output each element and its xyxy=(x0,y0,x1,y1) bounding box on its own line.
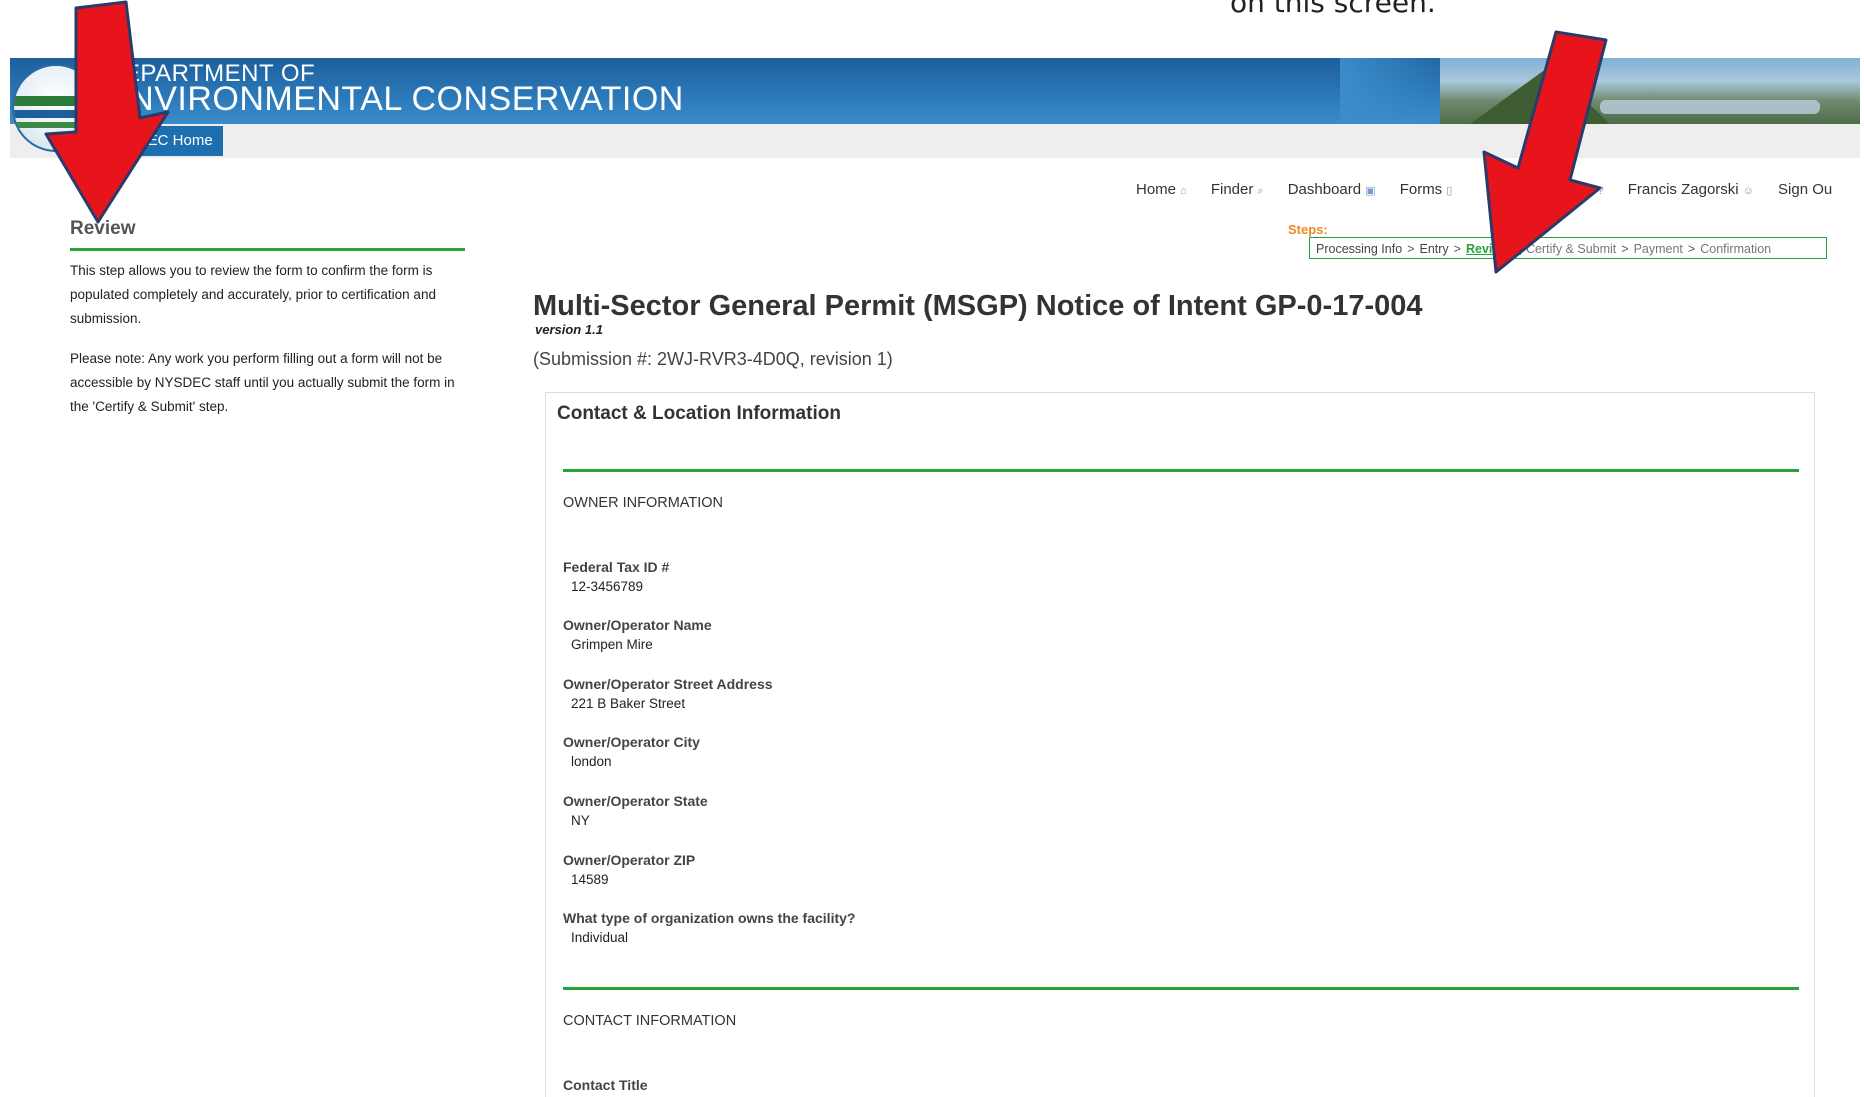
step-confirmation: Confirmation xyxy=(1700,242,1772,256)
step-help-description: This step allows you to review the form … xyxy=(70,263,436,326)
help-icon: ? xyxy=(1597,185,1604,197)
submission-number: (Submission #: 2WJ-RVR3-4D0Q, revision 1… xyxy=(533,349,893,369)
nav-forms[interactable]: Forms ▯ xyxy=(1400,181,1453,198)
field-value: 221 B Baker Street xyxy=(571,696,686,711)
field-label: Owner/Operator Street Address xyxy=(563,676,773,692)
dashboard-icon: ▣ xyxy=(1365,185,1376,197)
step-help-title: Review xyxy=(70,218,136,239)
nav-user-profile[interactable]: Francis Zagorski ☺ xyxy=(1628,181,1754,198)
field-owner-city: Owner/Operator City london xyxy=(563,734,700,769)
annotation-caption: on this screen. xyxy=(1230,0,1436,19)
step-help-divider xyxy=(70,248,465,251)
step-separator-current: ≥ xyxy=(1514,242,1521,256)
user-icon: ☺ xyxy=(1742,185,1754,197)
search-icon: ⌕ xyxy=(1257,185,1264,197)
field-value: NY xyxy=(571,813,590,828)
nav-finder[interactable]: Finder ⌕ xyxy=(1211,181,1264,198)
contact-information-heading: CONTACT INFORMATION xyxy=(563,1013,737,1029)
step-separator: > xyxy=(1407,242,1415,256)
field-value: Grimpen Mire xyxy=(571,637,653,652)
contact-location-panel: Contact & Location Information OWNER INF… xyxy=(545,392,1815,1097)
nav-dashboard[interactable]: Dashboard ▣ xyxy=(1288,181,1376,198)
nysdec-home-button[interactable]: NYSDEC Home xyxy=(96,126,223,156)
field-label: What type of organization owns the facil… xyxy=(563,910,856,926)
steps-breadcrumb: Processing Info > Entry > Review ≥ Certify & S… xyxy=(1309,237,1827,259)
field-value: 12-3456789 xyxy=(571,579,644,594)
field-owner-zip: Owner/Operator ZIP 14589 xyxy=(563,852,695,887)
page: on this screen. DEPARTMENT OF ENVIRONMEN… xyxy=(0,0,1864,1097)
step-separator: > xyxy=(1687,242,1696,256)
step-payment: Payment xyxy=(1633,242,1683,256)
field-federal-tax-id: Federal Tax ID # 12-3456789 xyxy=(563,559,669,594)
steps-label: Steps: xyxy=(1288,222,1328,237)
header-subbar xyxy=(10,124,1860,158)
step-certify-submit: Certify & Submit xyxy=(1525,242,1617,256)
field-label: Owner/Operator City xyxy=(563,734,700,750)
owner-information-heading: OWNER INFORMATION xyxy=(563,495,724,511)
field-owner-state: Owner/Operator State NY xyxy=(563,793,708,828)
section-divider xyxy=(563,987,1799,990)
field-organization-type: What type of organization owns the facil… xyxy=(563,910,855,945)
step-separator: > xyxy=(1621,242,1629,256)
nav-help[interactable]: Help? xyxy=(1563,181,1604,198)
field-value: 14589 xyxy=(571,872,609,887)
step-help-note: Please note: Any work you perform fillin… xyxy=(70,351,455,414)
field-value: Individual xyxy=(571,930,629,945)
form-version: version 1.1 xyxy=(535,322,603,337)
field-owner-name: Owner/Operator Name Grimpen Mire xyxy=(563,617,712,652)
nysdec-logo[interactable] xyxy=(12,64,100,152)
form-icon: ▯ xyxy=(1446,185,1453,197)
step-separator: > xyxy=(1453,242,1461,256)
nav-home[interactable]: Home ⌂ xyxy=(1136,181,1187,198)
top-navigation: Home ⌂ Finder ⌕ Dashboard ▣ Forms ▯ Help? Fr… xyxy=(1136,181,1852,198)
department-title-line2: ENVIRONMENTAL CONSERVATION xyxy=(106,80,684,118)
field-label: Federal Tax ID # xyxy=(563,559,670,575)
field-contact-title: Contact Title xyxy=(563,1077,648,1093)
section-divider xyxy=(563,469,1799,472)
field-label: Contact Title xyxy=(563,1077,648,1093)
nav-sign-out[interactable]: Sign Ou xyxy=(1778,181,1832,198)
form-title: Multi-Sector General Permit (MSGP) Notic… xyxy=(533,290,1423,322)
field-label: Owner/Operator ZIP xyxy=(563,852,696,868)
field-label: Owner/Operator State xyxy=(563,793,708,809)
home-icon: ⌂ xyxy=(1180,185,1187,197)
step-review[interactable]: Review xyxy=(1466,242,1509,256)
header-landscape-image xyxy=(1440,58,1860,124)
panel-title: Contact & Location Information xyxy=(557,403,841,424)
field-owner-street-address: Owner/Operator Street Address 221 B Bake… xyxy=(563,676,773,711)
step-entry[interactable]: Entry xyxy=(1419,242,1448,256)
step-processing-info[interactable]: Processing Info xyxy=(1316,242,1402,256)
step-help-pane: Review This step allows you to review th… xyxy=(70,218,465,435)
field-value: london xyxy=(571,754,612,769)
field-label: Owner/Operator Name xyxy=(563,617,712,633)
